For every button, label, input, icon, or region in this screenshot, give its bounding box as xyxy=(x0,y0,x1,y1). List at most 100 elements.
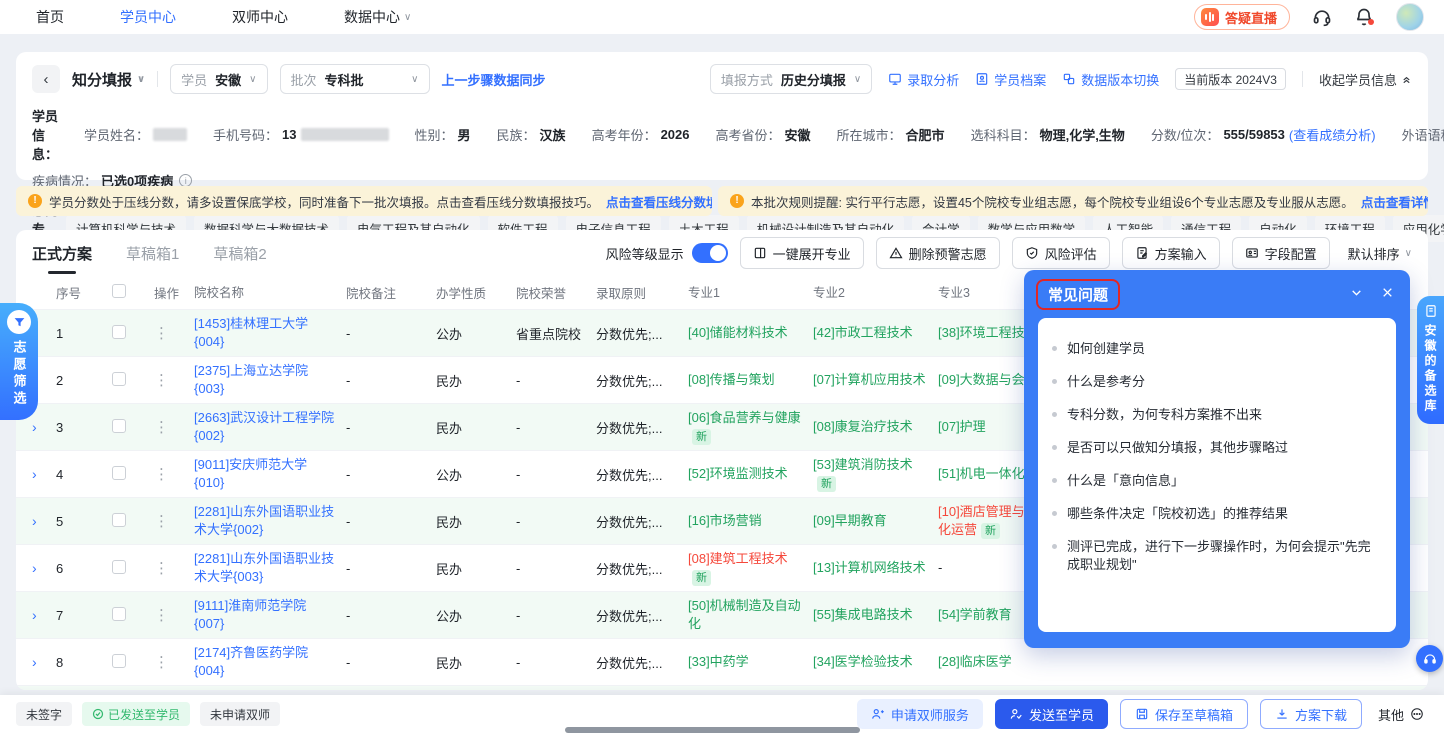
sort-dropdown[interactable]: 默认排序∨ xyxy=(1348,244,1412,263)
toolbar-button-0[interactable]: 一键展开专业 xyxy=(740,237,864,269)
toolbar-button-4[interactable]: 字段配置 xyxy=(1232,237,1330,269)
college-name-link[interactable]: [2663]武汉设计工程学院{002} xyxy=(194,409,346,445)
plan-tab-2[interactable]: 草稿箱2 xyxy=(213,231,266,276)
nav-item-0[interactable]: 首页 xyxy=(36,7,64,27)
send-to-student-button[interactable]: 发送至学员 xyxy=(995,699,1108,729)
major-cell[interactable]: [06]食品营养与健康新 xyxy=(688,409,813,445)
faq-item[interactable]: 专科分数，为何专科方案推不出来 xyxy=(1052,406,1378,424)
notice-1-link[interactable]: 点击查看压线分数填报技巧 > xyxy=(606,192,712,211)
nav-item-2[interactable]: 双师中心 xyxy=(232,7,288,27)
batch-select[interactable]: 批次专科批∨ xyxy=(280,64,430,94)
live-qa-button[interactable]: 答疑直播 xyxy=(1194,4,1290,30)
row-actions-menu[interactable]: ⋮ xyxy=(154,371,194,389)
major-cell[interactable]: [34]医学检验技术 xyxy=(813,653,938,671)
student-select[interactable]: 学员安徽∨ xyxy=(170,64,267,94)
fill-mode-dropdown[interactable]: 知分填报∨ xyxy=(72,69,145,90)
faq-item[interactable]: 如何创建学员 xyxy=(1052,340,1378,358)
college-name-link[interactable]: [2281]山东外国语职业技术大学{003} xyxy=(194,550,346,586)
college-name-link[interactable]: [2174]齐鲁医药学院{004} xyxy=(194,644,346,680)
faq-item[interactable]: 什么是「意向信息」 xyxy=(1052,472,1378,490)
row-checkbox[interactable] xyxy=(112,607,126,621)
major-cell[interactable]: [52]环境监测技术 xyxy=(688,465,813,483)
toolbar-button-1[interactable]: 删除预警志愿 xyxy=(876,237,1000,269)
college-name-link[interactable]: [2375]上海立达学院{003} xyxy=(194,362,346,398)
data-version-switch-button[interactable]: 数据版本切换 xyxy=(1062,70,1159,89)
major-cell[interactable]: [33]中药学 xyxy=(688,653,813,671)
major-cell[interactable]: [40]储能材料技术 xyxy=(688,324,813,342)
row-checkbox[interactable] xyxy=(112,560,126,574)
select-all-checkbox[interactable] xyxy=(112,284,126,298)
customer-service-float-button[interactable] xyxy=(1416,645,1443,672)
collapse-student-info[interactable]: 收起学员信息 xyxy=(1319,70,1412,89)
download-plan-button[interactable]: 方案下载 xyxy=(1260,699,1362,729)
row-expand-caret[interactable]: › xyxy=(32,513,56,529)
college-name-link[interactable]: [9111]淮南师范学院{007} xyxy=(194,597,346,633)
warning-icon: ! xyxy=(28,194,42,208)
major-cell[interactable]: [55]集成电路技术 xyxy=(813,606,938,624)
major-cell[interactable]: [09]早期教育 xyxy=(813,512,938,530)
row-actions-menu[interactable]: ⋮ xyxy=(154,606,194,624)
nav-item-1[interactable]: 学员中心 xyxy=(120,7,176,27)
toolbar-button-3[interactable]: 方案输入 xyxy=(1122,237,1220,269)
score-analysis-link[interactable]: (查看成绩分析) xyxy=(1289,125,1376,144)
student-archive-button[interactable]: 学员档案 xyxy=(975,70,1046,89)
faq-item[interactable]: 测评已完成，进行下一步骤操作时，为何会提示"先完成职业规划" xyxy=(1052,538,1378,574)
row-expand-caret[interactable]: › xyxy=(32,419,56,435)
risk-toggle[interactable] xyxy=(692,243,728,263)
row-checkbox[interactable] xyxy=(112,654,126,668)
row-checkbox[interactable] xyxy=(112,513,126,527)
notice-2-link[interactable]: 点击查看详情 > xyxy=(1361,192,1428,211)
row-actions-menu[interactable]: ⋮ xyxy=(154,559,194,577)
other-actions-button[interactable]: 其他 xyxy=(1374,699,1428,729)
major-cell[interactable]: [53]建筑消防技术新 xyxy=(813,456,938,492)
row-actions-menu[interactable]: ⋮ xyxy=(154,418,194,436)
row-checkbox[interactable] xyxy=(112,372,126,386)
major-cell[interactable]: [16]市场营销 xyxy=(688,512,813,530)
row-actions-menu[interactable]: ⋮ xyxy=(154,324,194,342)
major-cell[interactable]: [13]计算机网络技术 xyxy=(813,559,938,577)
fill-way-select[interactable]: 填报方式历史分填报∨ xyxy=(710,64,872,94)
faq-minimize-icon[interactable] xyxy=(1350,286,1363,302)
row-number: 3 xyxy=(56,420,112,435)
save-to-draft-button[interactable]: 保存至草稿箱 xyxy=(1120,699,1248,729)
major-cell[interactable]: [07]计算机应用技术 xyxy=(813,371,938,389)
sync-previous-step-link[interactable]: 上一步骤数据同步 xyxy=(442,70,546,89)
back-button[interactable]: ‹ xyxy=(32,65,60,93)
major-cell[interactable]: [08]康复治疗技术 xyxy=(813,418,938,436)
row-expand-caret[interactable]: › xyxy=(32,560,56,576)
faq-item[interactable]: 哪些条件决定「院校初选」的推荐结果 xyxy=(1052,505,1378,523)
college-name-link[interactable]: [2281]山东外国语职业技术大学{002} xyxy=(194,503,346,539)
major-cell[interactable]: [42]市政工程技术 xyxy=(813,324,938,342)
major-cell[interactable]: [50]机械制造及自动化 xyxy=(688,597,813,633)
row-expand-caret[interactable]: › xyxy=(32,466,56,482)
volunteer-filter-tab[interactable]: 志愿筛选 xyxy=(0,303,38,420)
plan-tab-1[interactable]: 草稿箱1 xyxy=(126,231,179,276)
headset-icon[interactable] xyxy=(1312,7,1332,27)
faq-item[interactable]: 什么是参考分 xyxy=(1052,373,1378,391)
bell-icon[interactable] xyxy=(1354,7,1374,27)
row-actions-menu[interactable]: ⋮ xyxy=(154,512,194,530)
row-checkbox[interactable] xyxy=(112,325,126,339)
candidate-library-tab[interactable]: 安徽的备选库 xyxy=(1417,296,1444,424)
college-name-link[interactable]: [1453]桂林理工大学{004} xyxy=(194,315,346,351)
avatar[interactable] xyxy=(1396,3,1424,31)
nav-item-3[interactable]: 数据中心∨ xyxy=(344,7,411,27)
major-cell[interactable]: [28]临床医学 xyxy=(938,653,1063,671)
faq-panel: 常见问题 如何创建学员什么是参考分专科分数，为何专科方案推不出来是否可以只做知分… xyxy=(1024,270,1410,648)
college-name-link[interactable]: [9011]安庆师范大学{010} xyxy=(194,456,346,492)
row-checkbox[interactable] xyxy=(112,419,126,433)
major-cell[interactable]: [08]建筑工程技术新 xyxy=(688,550,813,586)
faq-item[interactable]: 是否可以只做知分填报，其他步骤略过 xyxy=(1052,439,1378,457)
admission-analysis-button[interactable]: 录取分析 xyxy=(888,70,959,89)
row-expand-caret[interactable]: › xyxy=(32,607,56,623)
faq-close-icon[interactable] xyxy=(1381,286,1394,302)
plan-tab-0[interactable]: 正式方案 xyxy=(32,231,92,276)
major-cell[interactable]: [08]传播与策划 xyxy=(688,371,813,389)
row-checkbox[interactable] xyxy=(112,466,126,480)
horizontal-scrollbar[interactable] xyxy=(565,727,860,733)
row-actions-menu[interactable]: ⋮ xyxy=(154,465,194,483)
toolbar-button-2[interactable]: 风险评估 xyxy=(1012,237,1110,269)
apply-twin-teacher-button[interactable]: 申请双师服务 xyxy=(857,699,983,729)
row-expand-caret[interactable]: › xyxy=(32,654,56,670)
row-actions-menu[interactable]: ⋮ xyxy=(154,653,194,671)
